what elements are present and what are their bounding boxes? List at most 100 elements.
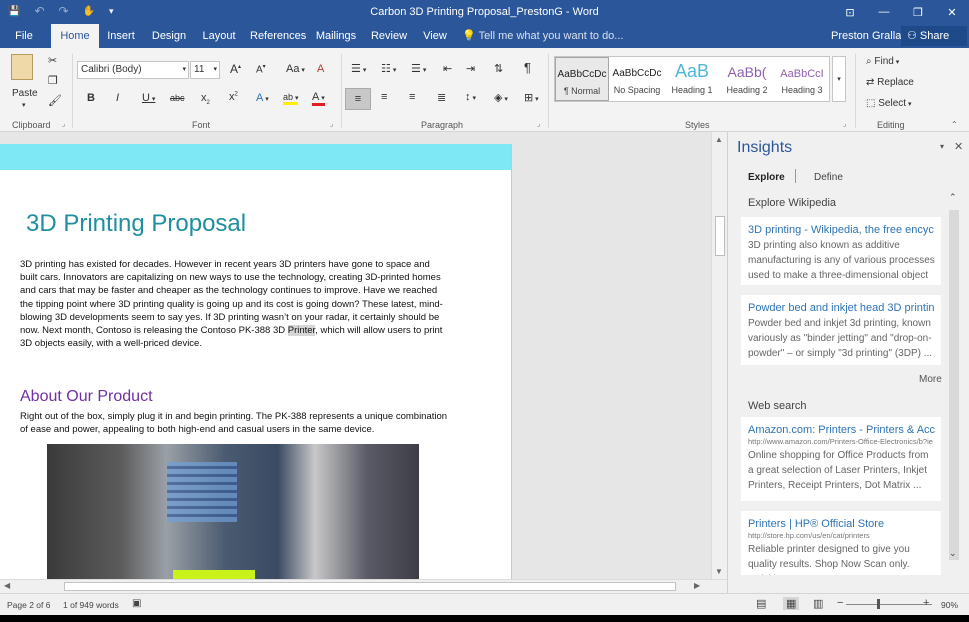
zoom-out-icon[interactable]: − [837,597,843,609]
document-title[interactable]: 3D Printing Proposal [26,210,246,238]
subscript-button[interactable]: x2 [201,92,210,106]
horizontal-scrollbar[interactable]: ◀ ▶ [0,579,727,593]
text-effects-button[interactable]: A ▾ [256,92,269,104]
strikethrough-button[interactable]: abc [170,93,185,103]
minimize-icon[interactable]: — [867,0,901,24]
word-count[interactable]: 1 of 949 words [63,600,119,610]
intro-paragraph[interactable]: 3D printing has existed for decades. How… [20,258,448,350]
product-paragraph[interactable]: Right out of the box, simply plug it in … [20,410,448,436]
scroll-right-icon[interactable]: ▶ [694,581,700,590]
web-layout-icon[interactable]: ▥ [813,597,823,610]
style-normal[interactable]: AaBbCcDc ¶ Normal [555,57,609,101]
font-size-box[interactable]: 11 ▾ [190,61,220,79]
increase-indent-icon[interactable]: ⇥ [466,62,475,75]
user-name[interactable]: Preston Gralla [831,24,901,48]
decrease-indent-icon[interactable]: ⇤ [443,62,452,75]
format-painter-icon[interactable]: 🖌 [48,94,62,107]
share-button[interactable]: ⚇ Share [901,26,967,46]
underline-button[interactable]: U ▾ [142,92,155,104]
vertical-scrollbar[interactable]: ▲ ▼ [711,132,727,579]
scroll-up-icon[interactable]: ▲ [715,135,723,144]
numbering-icon[interactable]: ☷ ▾ [381,62,396,75]
vertical-scroll-thumb[interactable] [715,216,725,256]
zoom-slider-thumb[interactable] [877,599,880,609]
insights-scroll-down-icon[interactable]: ⌄ [949,548,957,559]
font-launcher-icon[interactable]: ⌟ [330,120,333,128]
styles-launcher-icon[interactable]: ⌟ [843,120,846,128]
web-card-title[interactable]: Printers | HP® Official Store [748,518,935,530]
style-heading-2[interactable]: AaBb( Heading 2 [720,57,774,101]
printer-photo[interactable] [47,444,419,579]
font-name-box[interactable]: Calibri (Body) ▾ [77,61,189,79]
wiki-card[interactable]: Powder bed and inkjet head 3D printin Po… [741,295,941,365]
borders-icon[interactable]: ⊞ ▾ [524,91,539,104]
tab-explore[interactable]: Explore [748,172,785,183]
multilevel-list-icon[interactable]: ☰ ▾ [411,62,426,75]
wiki-card-title[interactable]: 3D printing - Wikipedia, the free encyc [748,224,935,236]
document-page[interactable]: 3D Printing Proposal 3D printing has exi… [0,144,512,579]
font-color-button[interactable]: A ▾ [312,91,325,106]
cut-icon[interactable]: ✂ [48,54,57,67]
proofing-icon[interactable]: ▣ [132,598,141,609]
shading-icon[interactable]: ◈ ▾ [494,91,508,104]
tab-design[interactable]: Design [148,24,190,48]
insights-scroll-thumb[interactable] [949,210,959,560]
tab-references[interactable]: References [250,24,306,48]
tab-insert[interactable]: Insert [102,24,140,48]
copy-icon[interactable]: ❐ [48,74,58,87]
align-left-button[interactable]: ≡ [345,88,371,110]
close-icon[interactable]: ✕ [935,0,969,24]
line-spacing-icon[interactable]: ↕ ▾ [465,91,476,103]
web-card[interactable]: Printers | HP® Official Store http://sto… [741,511,941,575]
restore-icon[interactable]: ❐ [901,0,935,24]
insights-scrollbar[interactable]: ⌃ ⌄ [949,192,959,564]
paste-icon[interactable] [11,54,33,80]
select-button[interactable]: ⬚ Select ▾ [866,98,912,109]
styles-more-icon[interactable]: ▾ [832,56,846,102]
sort-icon[interactable]: ⇅ [494,62,503,75]
close-pane-icon[interactable]: ✕ [954,140,963,153]
tab-mailings[interactable]: Mailings [313,24,359,48]
paragraph-launcher-icon[interactable]: ⌟ [537,120,540,128]
section-heading[interactable]: About Our Product [20,388,153,406]
pane-options-icon[interactable]: ▾ [940,142,944,151]
collapse-ribbon-icon[interactable]: ⌃ [951,120,958,129]
insights-scroll-up-icon[interactable]: ⌃ [949,192,957,203]
clipboard-launcher-icon[interactable]: ⌟ [62,120,65,128]
zoom-in-icon[interactable]: + [923,597,929,609]
tab-view[interactable]: View [418,24,452,48]
grow-font-icon[interactable]: A▴ [230,62,241,76]
horizontal-scroll-thumb[interactable] [64,582,676,591]
tab-define[interactable]: Define [814,172,843,183]
show-formatting-button[interactable]: ¶ [524,60,531,75]
wiki-card-title[interactable]: Powder bed and inkjet head 3D printin [748,302,935,314]
page-count[interactable]: Page 2 of 6 [7,600,50,610]
print-layout-icon[interactable]: ▦ [783,597,800,610]
ribbon-display-options-icon[interactable]: ⊡ [833,0,867,24]
read-mode-icon[interactable]: ▤ [756,597,766,610]
zoom-level[interactable]: 90% [941,600,958,610]
tab-review[interactable]: Review [369,24,409,48]
align-right-icon[interactable]: ≡ [409,91,415,103]
superscript-button[interactable]: x2 [229,91,238,103]
tab-layout[interactable]: Layout [198,24,240,48]
bullets-icon[interactable]: ☰ ▾ [351,62,366,75]
style-heading-3[interactable]: AaBbCcI Heading 3 [775,57,829,101]
highlight-button[interactable]: ab ▾ [283,92,299,105]
paste-dropdown-icon[interactable]: ▾ [22,101,26,109]
bold-button[interactable]: B [87,92,95,104]
style-no-spacing[interactable]: AaBbCcDc No Spacing [610,57,664,101]
style-heading-1[interactable]: AaB Heading 1 [665,57,719,101]
scroll-down-icon[interactable]: ▼ [715,567,723,576]
italic-button[interactable]: I [116,92,119,104]
change-case-icon[interactable]: Aa ▾ [286,63,305,75]
tab-file[interactable]: File [6,24,42,48]
paste-button[interactable]: Paste [12,88,38,99]
find-button[interactable]: ⌕ Find ▾ [866,56,899,67]
more-link[interactable]: More [919,374,942,385]
web-card[interactable]: Amazon.com: Printers - Printers & Acce h… [741,417,941,501]
tell-me-box[interactable]: 💡 Tell me what you want to do... [462,24,623,48]
web-card-title[interactable]: Amazon.com: Printers - Printers & Acce [748,424,935,436]
tab-home[interactable]: Home [51,24,99,48]
justify-icon[interactable]: ≣ [437,91,446,104]
